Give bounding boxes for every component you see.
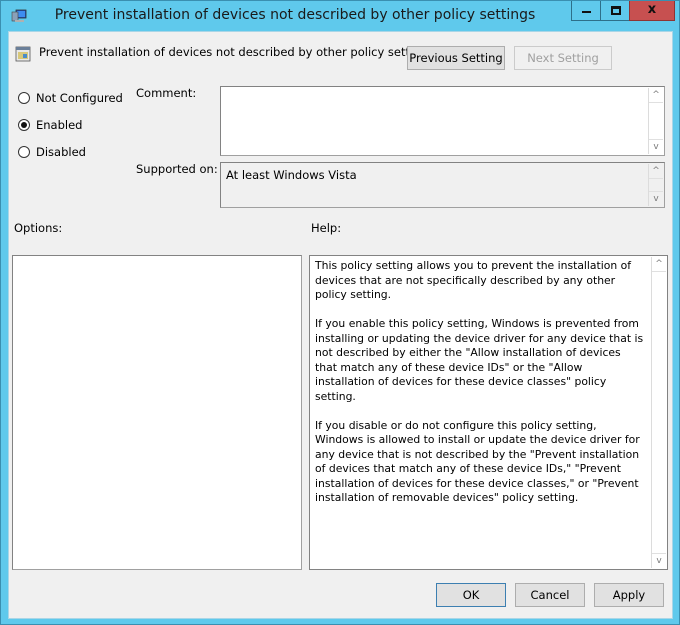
minimize-button[interactable] xyxy=(571,1,601,21)
minimize-icon xyxy=(582,11,591,13)
scroll-down-icon[interactable]: v xyxy=(649,139,663,154)
help-paragraph: If you disable or do not configure this … xyxy=(315,418,640,505)
title-bar[interactable]: Prevent installation of devices not desc… xyxy=(1,1,679,31)
ok-button[interactable]: OK xyxy=(436,583,506,607)
help-label: Help: xyxy=(311,221,342,235)
policy-name: Prevent installation of devices not desc… xyxy=(39,45,434,59)
scroll-up-icon[interactable]: ^ xyxy=(649,88,663,103)
scroll-down-icon[interactable]: v xyxy=(652,553,666,568)
radio-not-configured[interactable]: Not Configured xyxy=(18,91,123,105)
radio-label: Disabled xyxy=(36,145,86,159)
maximize-button[interactable] xyxy=(600,1,630,21)
maximize-icon xyxy=(611,6,621,15)
options-panel xyxy=(12,255,302,570)
radio-label: Enabled xyxy=(36,118,83,132)
supported-on-value: At least Windows Vista xyxy=(226,168,357,182)
scroll-up-icon[interactable]: ^ xyxy=(652,257,666,272)
cancel-button[interactable]: Cancel xyxy=(515,583,585,607)
scroll-down-icon[interactable]: v xyxy=(649,191,663,206)
help-paragraph: If you enable this policy setting, Windo… xyxy=(315,317,644,403)
supported-on-field: At least Windows Vista ^ v xyxy=(220,162,665,208)
comment-textarea[interactable]: ^ v xyxy=(220,86,665,156)
help-scrollbar[interactable]: ^ v xyxy=(651,257,666,568)
close-icon: x xyxy=(647,2,657,17)
comment-label: Comment: xyxy=(136,86,197,100)
previous-setting-button[interactable]: Previous Setting xyxy=(407,46,505,70)
help-text: This policy setting allows you to preven… xyxy=(315,259,645,520)
radio-label: Not Configured xyxy=(36,91,123,105)
options-label: Options: xyxy=(14,221,63,235)
dialog-body: Prevent installation of devices not desc… xyxy=(8,31,673,619)
close-button[interactable]: x xyxy=(629,1,675,21)
radio-enabled[interactable]: Enabled xyxy=(18,118,82,132)
policy-dialog-window: Prevent installation of devices not desc… xyxy=(0,0,680,625)
supported-scrollbar[interactable]: ^ v xyxy=(648,164,663,206)
help-panel: This policy setting allows you to preven… xyxy=(309,255,668,570)
radio-button[interactable] xyxy=(18,92,30,104)
radio-disabled[interactable]: Disabled xyxy=(18,145,86,159)
supported-on-label: Supported on: xyxy=(136,162,218,176)
next-setting-button[interactable]: Next Setting xyxy=(514,46,612,70)
radio-button[interactable] xyxy=(18,146,30,158)
policy-setting-icon xyxy=(15,46,31,62)
radio-button[interactable] xyxy=(18,119,30,131)
comment-scrollbar[interactable]: ^ v xyxy=(648,88,663,154)
help-paragraph: This policy setting allows you to preven… xyxy=(315,259,632,301)
apply-button[interactable]: Apply xyxy=(594,583,664,607)
scroll-up-icon[interactable]: ^ xyxy=(649,164,663,179)
